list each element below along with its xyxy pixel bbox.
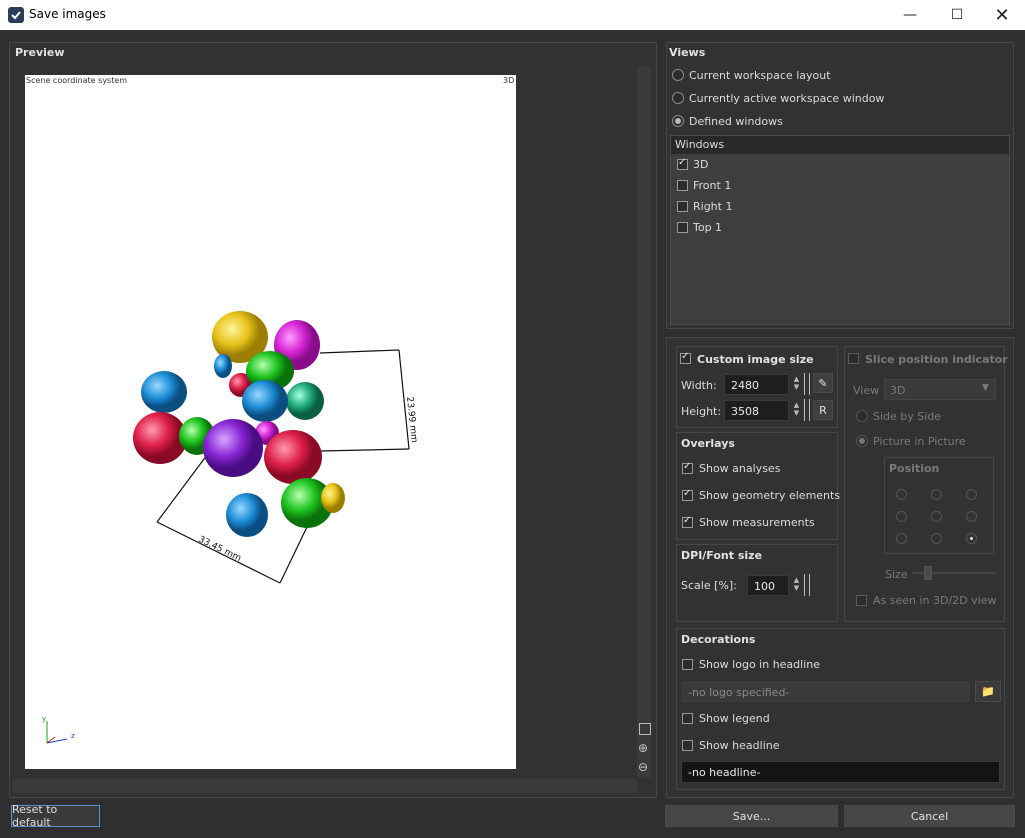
position-mid-center[interactable]	[931, 511, 942, 522]
show-measurements-checkbox[interactable]	[682, 515, 693, 528]
show-headline-label: Show headline	[699, 739, 780, 752]
custom-size-title: Custom image size	[697, 353, 814, 366]
window-top-label: Top 1	[693, 221, 723, 234]
radio-active-window[interactable]	[672, 92, 684, 104]
show-analyses-label: Show analyses	[699, 462, 781, 475]
windows-header-label: Windows	[675, 138, 725, 151]
window-title: Save images	[29, 7, 106, 21]
size-label: Size	[885, 568, 908, 581]
zoom-in-icon[interactable]: ⊕	[638, 741, 652, 755]
preview-horizontal-scrollbar[interactable]	[13, 779, 637, 793]
side-by-side-label: Side by Side	[873, 410, 942, 423]
show-analyses-checkbox[interactable]	[682, 461, 693, 474]
r-button[interactable]: R	[813, 400, 833, 420]
logo-path-field[interactable]: -no logo specified-	[681, 681, 970, 702]
slice-title: Slice position indicator	[865, 353, 1008, 366]
radio-active-window-label: Currently active workspace window	[689, 92, 885, 105]
minimize-icon[interactable]: —	[887, 0, 933, 30]
scale-input[interactable]: 100	[747, 575, 789, 596]
slice-view-value: 3D	[890, 384, 906, 397]
zoom-out-icon[interactable]: ⊖	[638, 760, 652, 774]
scale-label: Scale [%]:	[681, 579, 737, 592]
measure-horizontal-label: 33.45 mm	[197, 535, 243, 564]
window-3d-checkbox[interactable]	[677, 157, 688, 170]
width-input[interactable]: 2480	[724, 374, 789, 395]
maximize-icon[interactable]: ☐	[934, 0, 980, 30]
as-seen-label: As seen in 3D/2D view	[873, 594, 997, 607]
reset-to-default-button[interactable]: Reset to default	[11, 803, 100, 829]
preview-canvas[interactable]: Scene coordinate system 3D 23.99 mm 33.4…	[25, 75, 516, 769]
position-mid-right[interactable]	[966, 511, 977, 522]
radio-defined-windows-label: Defined windows	[689, 115, 783, 128]
slice-indicator-checkbox[interactable]	[848, 353, 859, 364]
scale-link-icon	[804, 574, 810, 596]
window-right-label: Right 1	[693, 200, 733, 213]
app-icon	[8, 7, 24, 23]
link-icon-2	[804, 399, 810, 421]
views-title: Views	[669, 46, 706, 59]
radio-current-layout[interactable]	[672, 69, 684, 81]
slice-view-label: View	[853, 384, 880, 397]
window-right-checkbox[interactable]	[677, 201, 688, 212]
position-title: Position	[889, 462, 940, 475]
title-bar: Save images — ☐ ✕	[0, 0, 1025, 30]
radio-defined-windows[interactable]	[672, 115, 684, 127]
show-legend-checkbox[interactable]	[682, 713, 693, 724]
show-logo-checkbox[interactable]	[682, 659, 693, 670]
preview-title: Preview	[15, 46, 65, 59]
position-top-right[interactable]	[966, 489, 977, 500]
slice-view-select[interactable]: 3D ▼	[884, 379, 996, 400]
radio-side-by-side[interactable]	[856, 410, 868, 422]
dpi-title: DPI/Font size	[681, 549, 763, 562]
window-top-checkbox[interactable]	[677, 222, 688, 233]
position-top-center[interactable]	[931, 489, 942, 500]
show-measurements-label: Show measurements	[699, 516, 815, 529]
position-mid-left[interactable]	[896, 511, 907, 522]
as-seen-checkbox[interactable]	[856, 595, 867, 606]
save-button[interactable]: Save...	[665, 805, 838, 827]
position-top-left[interactable]	[896, 489, 907, 500]
height-label: Height:	[681, 405, 722, 418]
scene-render: 23.99 mm 33.45 mm y z	[42, 311, 419, 744]
position-bottom-left[interactable]	[896, 533, 907, 544]
axis-z-label: z	[71, 732, 75, 740]
window-3d-label: 3D	[693, 158, 709, 171]
position-bottom-center[interactable]	[931, 533, 942, 544]
show-legend-label: Show legend	[699, 712, 770, 725]
axis-y-label: y	[42, 715, 46, 723]
show-geometry-checkbox[interactable]	[682, 488, 693, 501]
link-icon	[804, 373, 810, 395]
chevron-down-icon: ▼	[982, 383, 989, 393]
window-front-label: Front 1	[693, 179, 732, 192]
cancel-button[interactable]: Cancel	[844, 805, 1015, 827]
width-spinner[interactable]: ▲ ▼	[792, 375, 801, 391]
custom-size-checkbox[interactable]	[680, 351, 691, 364]
overlays-title: Overlays	[681, 437, 735, 450]
show-geometry-label: Show geometry elements	[699, 489, 841, 502]
folder-icon[interactable]: 📁	[975, 681, 1001, 702]
height-spinner[interactable]: ▲ ▼	[792, 401, 801, 417]
headline-input[interactable]: -no headline-	[681, 761, 1000, 783]
close-icon[interactable]: ✕	[979, 0, 1025, 30]
scale-spinner[interactable]: ▲ ▼	[792, 576, 801, 592]
preview-vertical-scrollbar[interactable]	[637, 66, 651, 778]
window-front-checkbox[interactable]	[677, 180, 688, 191]
height-input[interactable]: 3508	[724, 400, 789, 421]
ruler-icon[interactable]: ✎	[813, 373, 833, 393]
size-slider-handle[interactable]	[924, 566, 932, 580]
zoom-fit-icon[interactable]	[639, 723, 651, 735]
radio-current-layout-label: Current workspace layout	[689, 69, 831, 82]
decorations-title: Decorations	[681, 633, 756, 646]
width-label: Width:	[681, 379, 717, 392]
show-logo-label: Show logo in headline	[699, 658, 821, 671]
pip-label: Picture in Picture	[873, 435, 966, 448]
position-bottom-right[interactable]	[966, 533, 977, 544]
radio-pip[interactable]	[856, 435, 868, 447]
show-headline-checkbox[interactable]	[682, 740, 693, 751]
